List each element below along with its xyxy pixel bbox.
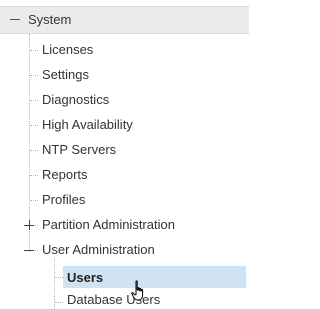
tree-item-diagnostics[interactable]: Diagnostics	[42, 92, 109, 107]
navigation-tree: System Licenses Settings Diagnostics Hig…	[0, 0, 251, 309]
tree-connector	[55, 302, 63, 303]
tree-item-partition-administration[interactable]: Partition Administration	[42, 217, 175, 232]
tree-connector	[30, 200, 38, 201]
hand-pointer-cursor-icon	[131, 280, 144, 301]
tree-connector	[30, 100, 38, 101]
tree-connector	[30, 175, 38, 176]
tree-connector	[30, 75, 38, 76]
tree-root-label: System	[28, 12, 72, 27]
tree-root-system[interactable]: System	[0, 6, 249, 34]
tree-item-high-availability[interactable]: High Availability	[42, 117, 133, 132]
tree-item-ntp-servers[interactable]: NTP Servers	[42, 142, 116, 157]
expand-plus-icon[interactable]	[24, 220, 34, 230]
tree-connector	[30, 50, 38, 51]
tree-connector	[30, 150, 38, 151]
tree-item-settings[interactable]: Settings	[42, 67, 89, 82]
tree-connector	[55, 277, 63, 278]
tree-connector	[35, 250, 38, 251]
collapse-minus-icon[interactable]	[24, 245, 34, 255]
tree-item-user-administration[interactable]: User Administration	[42, 242, 155, 257]
tree-connector	[35, 225, 38, 226]
collapse-minus-icon[interactable]	[10, 19, 20, 20]
tree-item-users[interactable]: Users	[67, 268, 103, 288]
tree-connector	[30, 125, 38, 126]
tree-item-licenses[interactable]: Licenses	[42, 42, 93, 57]
tree-item-reports[interactable]: Reports	[42, 167, 88, 182]
tree-item-profiles[interactable]: Profiles	[42, 192, 85, 207]
